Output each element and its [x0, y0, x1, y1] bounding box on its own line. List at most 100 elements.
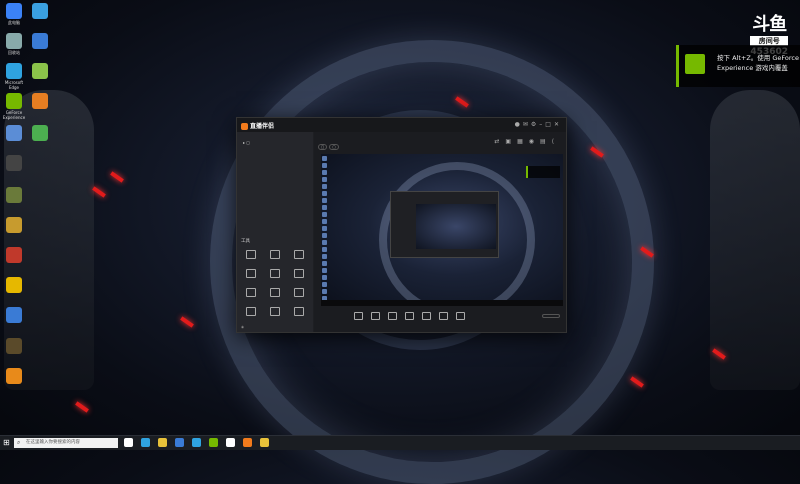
tool-button[interactable]: [263, 288, 287, 299]
desktop-icon[interactable]: [1, 368, 27, 385]
grid-icon[interactable]: ▦: [517, 138, 529, 145]
tool-button[interactable]: [239, 307, 263, 318]
desktop-icon[interactable]: 回收站: [1, 33, 27, 55]
desktop-icon[interactable]: [1, 217, 27, 234]
tool-button[interactable]: [263, 269, 287, 280]
desktop-icon[interactable]: [1, 338, 27, 355]
share-icon[interactable]: ⟨: [552, 138, 560, 145]
geforce-notification-text: 按下 Alt+Z。使用 GeForce Experience 游戏内覆盖: [717, 54, 799, 72]
preview-button[interactable]: ▢: [318, 144, 328, 150]
preview-strip-icon: [322, 184, 327, 189]
source-button[interactable]: [388, 312, 397, 322]
taskbar-app-icon[interactable]: [243, 438, 252, 447]
taskbar-app-icon[interactable]: [209, 438, 218, 447]
desktop-icon-label: GeForce Experience: [2, 110, 26, 120]
desktop-icon[interactable]: [27, 93, 53, 110]
bag-icon[interactable]: ▣: [505, 138, 517, 145]
source-button[interactable]: [371, 312, 380, 322]
tool-button[interactable]: [239, 250, 263, 261]
desktop-icon[interactable]: 此电脑: [1, 3, 27, 25]
source-button[interactable]: [405, 312, 414, 322]
tool-button[interactable]: [287, 250, 311, 261]
tool-button[interactable]: [287, 269, 311, 280]
app-icon: [32, 3, 48, 19]
preview-strip-icon: [322, 254, 327, 259]
desktop-icon[interactable]: [1, 187, 27, 204]
source-button[interactable]: [456, 312, 465, 322]
app-titlebar[interactable]: 直播伴侣 ●✉⚙–□✕: [237, 118, 566, 132]
tool-button[interactable]: [263, 250, 287, 261]
edge-icon: [6, 63, 22, 79]
desktop-icon-label: Microsoft Edge: [4, 80, 24, 90]
tool-button[interactable]: [239, 269, 263, 280]
app-icon: [32, 33, 48, 49]
preview-icon-strip: [321, 154, 328, 306]
record-icon[interactable]: ◉: [529, 138, 540, 145]
nested-app-window: [390, 191, 499, 258]
tool-button[interactable]: [287, 307, 311, 318]
app-icon: [6, 125, 22, 141]
desktop-icon[interactable]: [27, 125, 53, 142]
taskbar-search-input[interactable]: 在这里输入你要搜索的内容: [14, 438, 118, 448]
text-icon: [422, 312, 431, 320]
desktop-icon[interactable]: [1, 277, 27, 294]
desktop-icon[interactable]: [1, 155, 27, 172]
preview-strip-icon: [322, 205, 327, 210]
tool-button[interactable]: [239, 288, 263, 299]
preview-tools[interactable]: ⇄▣▦◉▤⟨: [494, 138, 560, 145]
chat-icon[interactable]: ▤: [540, 138, 552, 145]
tool-icon: [246, 250, 256, 259]
stream-preview[interactable]: [321, 154, 563, 306]
avatar[interactable]: ●: [515, 121, 523, 128]
nvidia-icon: [685, 54, 705, 74]
desktop-icon[interactable]: [27, 63, 53, 80]
preview-strip-icon: [322, 261, 327, 266]
preview-strip-icon: [322, 156, 327, 161]
main-panel: ▢ ▢ ⇄▣▦◉▤⟨: [314, 132, 566, 332]
link-icon[interactable]: ⇄: [494, 138, 505, 145]
window-controls[interactable]: ●✉⚙–□✕: [515, 121, 562, 128]
tool-button[interactable]: [287, 288, 311, 299]
desktop-icon[interactable]: [27, 33, 53, 50]
taskbar-app-icon[interactable]: [141, 438, 150, 447]
desktop-icon[interactable]: [1, 247, 27, 264]
tool-icon: [246, 269, 256, 278]
preview-strip-icon: [322, 289, 327, 294]
desktop-icon[interactable]: [27, 3, 53, 20]
preview-strip-icon: [322, 240, 327, 245]
close-icon[interactable]: ✕: [554, 121, 562, 128]
recycle-bin-icon: [6, 33, 22, 49]
taskbar-app-icon[interactable]: [226, 438, 235, 447]
desktop-icon[interactable]: [1, 307, 27, 324]
taskbar-app-icon[interactable]: [192, 438, 201, 447]
source-button[interactable]: [439, 312, 448, 322]
left-panel: ▸ ▢ 工具 ◉: [237, 132, 313, 332]
source-button[interactable]: [422, 312, 431, 322]
desktop-icon[interactable]: [1, 125, 27, 142]
preview-strip-icon: [322, 163, 327, 168]
tool-icon: [294, 307, 304, 316]
tool-button[interactable]: [263, 307, 287, 318]
preview-button[interactable]: ▢: [329, 144, 339, 150]
source-button[interactable]: [354, 312, 363, 322]
maximize-icon[interactable]: □: [545, 121, 554, 128]
preview-toolbar: ▢ ▢ ⇄▣▦◉▤⟨: [314, 132, 566, 154]
streaming-app-window[interactable]: 直播伴侣 ●✉⚙–□✕ ▸ ▢ 工具 ◉ ▢ ▢ ⇄▣▦◉▤⟨: [236, 117, 567, 333]
desktop-icon-label: 回收站: [8, 50, 20, 55]
scene-item[interactable]: ▸ ▢: [237, 138, 313, 147]
taskbar-app-icon[interactable]: [158, 438, 167, 447]
source-buttons: [354, 312, 465, 322]
start-live-button[interactable]: [542, 314, 560, 318]
taskbar-app-icon[interactable]: [260, 438, 269, 447]
app-icon: [6, 187, 22, 203]
windows-start-button[interactable]: ⊞: [3, 439, 10, 447]
desktop-icon[interactable]: GeForce Experience: [1, 93, 27, 120]
app-logo: 直播伴侣: [241, 121, 274, 130]
taskbar-app-icon[interactable]: [124, 438, 133, 447]
bottom-toolbar: [314, 306, 566, 332]
taskbar-app-icon[interactable]: [175, 438, 184, 447]
desktop-icon[interactable]: Microsoft Edge: [1, 63, 27, 90]
mail-icon[interactable]: ✉: [523, 121, 531, 128]
preview-buttons[interactable]: ▢ ▢: [318, 144, 339, 150]
tool-icon: [270, 288, 280, 297]
